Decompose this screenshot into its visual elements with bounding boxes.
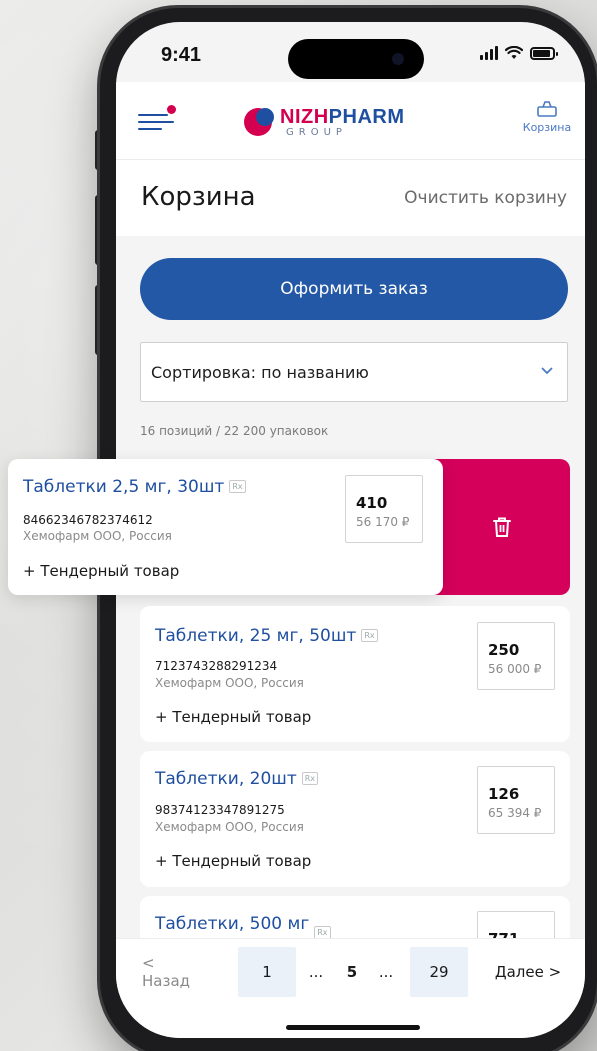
- pagination-bar: < Назад 1 ... 5 ... 29 Далее >: [116, 938, 585, 1038]
- logo[interactable]: NIZHPHARM GROUP: [244, 106, 405, 138]
- quantity-box[interactable]: 410 56 170 ₽: [345, 475, 423, 543]
- item-quantity: 126: [488, 785, 520, 803]
- signal-icon: [480, 46, 498, 60]
- app-header: NIZHPHARM GROUP Корзина: [116, 82, 585, 160]
- item-quantity: 250: [488, 641, 520, 659]
- menu-icon[interactable]: [138, 105, 176, 132]
- item-price: 65 394 ₽: [488, 806, 542, 820]
- camera-icon: [392, 53, 404, 65]
- page-title: Корзина: [141, 182, 256, 212]
- cart-summary: 16 позиций / 22 200 упаковок: [140, 424, 329, 438]
- status-time: 9:41: [161, 44, 202, 66]
- item-price: 56 000 ₽: [488, 662, 542, 676]
- checkout-button[interactable]: Оформить заказ: [140, 258, 568, 320]
- item-manufacturer: Хемофарм ООО, Россия: [155, 820, 304, 834]
- battery-icon: [530, 46, 558, 60]
- item-code: 84662346782374612: [23, 513, 153, 527]
- delete-item-button[interactable]: [434, 459, 570, 595]
- rx-badge: Rx: [361, 629, 378, 642]
- dynamic-island: [288, 39, 424, 79]
- item-price: 56 170 ₽: [356, 515, 410, 529]
- home-indicator: [286, 1025, 420, 1030]
- clear-cart-button[interactable]: Очистить корзину: [404, 188, 567, 208]
- logo-mark-icon: [244, 106, 276, 138]
- logo-text-nizh: NIZH: [280, 105, 329, 128]
- item-code: 7123743288291234: [155, 659, 278, 673]
- logo-text-pharm: PHARM: [328, 105, 405, 128]
- sort-select[interactable]: Сортировка: по названию: [140, 342, 568, 402]
- tender-toggle[interactable]: + Тендерный товар: [155, 708, 311, 726]
- logo-subtitle: GROUP: [286, 126, 347, 138]
- wifi-icon: [505, 46, 523, 59]
- page-ellipsis: ...: [378, 963, 394, 981]
- item-name[interactable]: Таблетки 2,5 мг, 30шт Rx: [23, 477, 246, 497]
- item-manufacturer: Хемофарм ООО, Россия: [23, 529, 172, 543]
- cart-item-card[interactable]: Таблетки, 25 мг, 50шт Rx 7123743288291234…: [140, 606, 570, 742]
- quantity-box[interactable]: 126 65 394 ₽: [477, 766, 555, 834]
- chevron-down-icon: [541, 367, 553, 375]
- rx-badge: Rx: [301, 772, 319, 785]
- page-ellipsis: ...: [308, 963, 324, 981]
- tender-toggle[interactable]: + Тендерный товар: [23, 562, 179, 580]
- cart-item-card[interactable]: Таблетки, 20шт Rx 98374123347891275 Хемоф…: [140, 751, 570, 887]
- item-manufacturer: Хемофарм ООО, Россия: [155, 676, 304, 690]
- status-icons: [480, 46, 558, 60]
- cart-button[interactable]: Корзина: [517, 100, 577, 134]
- item-name[interactable]: Таблетки, 25 мг, 50шт Rx: [155, 626, 378, 646]
- prev-page-button[interactable]: < Назад: [142, 947, 202, 997]
- item-name[interactable]: Таблетки, 500 мг Rx: [155, 914, 331, 939]
- notification-dot: [167, 105, 176, 114]
- item-code: 98374123347891275: [155, 803, 285, 817]
- next-page-button[interactable]: Далее >: [490, 947, 566, 997]
- item-name[interactable]: Таблетки, 20шт Rx: [155, 769, 319, 789]
- sort-value: Сортировка: по названию: [151, 363, 369, 382]
- trash-icon: [493, 517, 511, 537]
- rx-badge: Rx: [229, 480, 246, 493]
- page-1-button[interactable]: 1: [238, 947, 296, 997]
- tender-toggle[interactable]: + Тендерный товар: [155, 852, 311, 870]
- item-quantity: 410: [356, 494, 388, 512]
- quantity-box[interactable]: 250 56 000 ₽: [477, 622, 555, 690]
- cart-label: Корзина: [522, 121, 572, 134]
- basket-icon: [537, 101, 557, 117]
- title-row: Корзина Очистить корзину: [116, 160, 585, 236]
- page-5-current[interactable]: 5: [340, 947, 364, 997]
- cart-item-card[interactable]: Таблетки 2,5 мг, 30шт Rx 8466234678237461…: [8, 459, 443, 595]
- page-29-button[interactable]: 29: [410, 947, 468, 997]
